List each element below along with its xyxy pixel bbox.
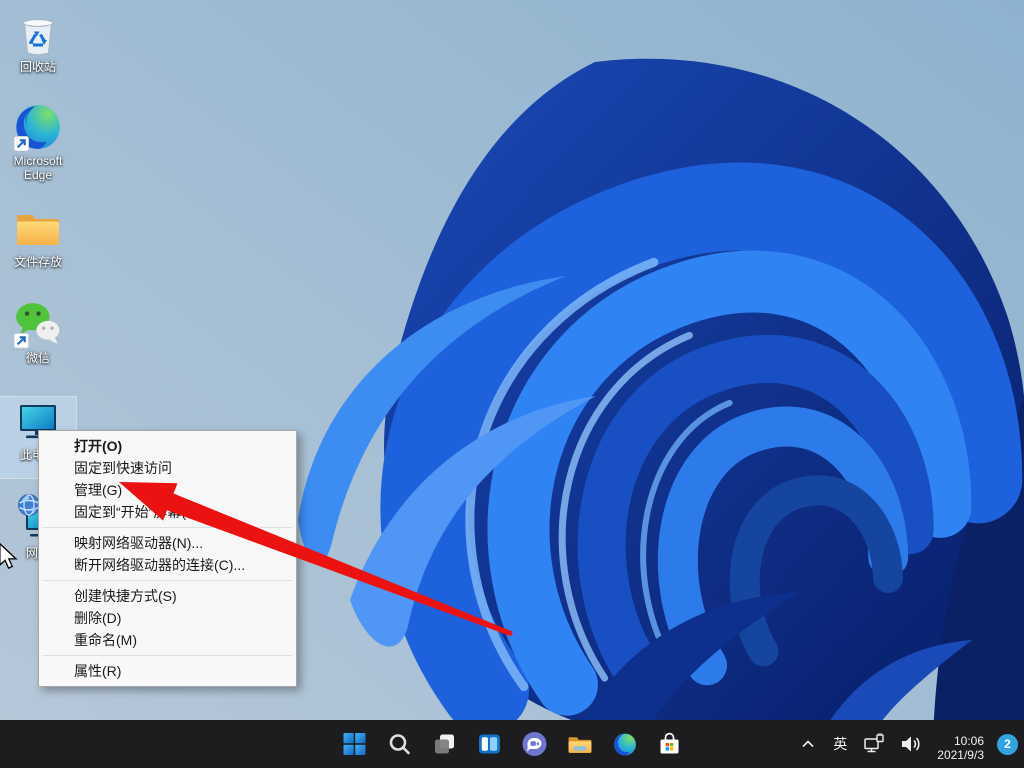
- icon-label: 文件存放: [0, 255, 76, 269]
- task-view-button[interactable]: [425, 724, 465, 764]
- menu-item-pin-quick-access[interactable]: 固定到快速访问: [41, 457, 294, 479]
- menu-item-open[interactable]: 打开(O): [41, 435, 294, 457]
- desktop-icon-folder[interactable]: 文件存放: [0, 205, 76, 269]
- menu-item-create-shortcut[interactable]: 创建快捷方式(S): [41, 585, 294, 607]
- notification-badge[interactable]: 2: [997, 734, 1018, 755]
- taskbar: 英 10:06 2021/9: [0, 720, 1024, 768]
- desktop-icon-wechat[interactable]: 微信: [0, 299, 76, 365]
- teams-chat-icon: [522, 731, 548, 757]
- clock-time: 10:06: [937, 734, 984, 748]
- store-button[interactable]: [650, 724, 690, 764]
- search-button[interactable]: [380, 724, 420, 764]
- clock[interactable]: 10:06 2021/9/3: [933, 724, 988, 764]
- taskbar-tray: 英 10:06 2021/9: [795, 720, 1018, 768]
- chevron-up-icon: [798, 734, 818, 754]
- context-menu: 打开(O) 固定到快速访问 管理(G) 固定到“开始”屏幕(P) 映射网络驱动器…: [38, 430, 297, 687]
- menu-item-rename[interactable]: 重命名(M): [41, 629, 294, 651]
- folder-icon: [14, 205, 62, 253]
- menu-separator: [43, 655, 292, 656]
- menu-separator: [43, 580, 292, 581]
- start-button[interactable]: [335, 724, 375, 764]
- edge-icon: [612, 732, 637, 757]
- menu-item-delete[interactable]: 删除(D): [41, 607, 294, 629]
- edge-icon: [13, 102, 63, 152]
- desktop-icon-edge[interactable]: Microsoft Edge: [0, 102, 76, 182]
- clock-date: 2021/9/3: [937, 748, 984, 762]
- network-tray-button[interactable]: [859, 724, 889, 764]
- menu-separator: [43, 527, 292, 528]
- recycle-bin-icon: [14, 10, 62, 58]
- chat-button[interactable]: [515, 724, 555, 764]
- file-explorer-button[interactable]: [560, 724, 600, 764]
- icon-label: 回收站: [0, 60, 76, 74]
- menu-item-disconnect-network-drive[interactable]: 断开网络驱动器的连接(C)...: [41, 554, 294, 576]
- desktop-icon-recycle-bin[interactable]: 回收站: [0, 10, 76, 74]
- file-explorer-icon: [567, 732, 592, 757]
- menu-item-manage[interactable]: 管理(G): [41, 479, 294, 501]
- task-view-icon: [433, 732, 457, 756]
- icon-label: 微信: [0, 351, 76, 365]
- menu-item-properties[interactable]: 属性(R): [41, 660, 294, 682]
- windows-start-icon: [343, 732, 367, 756]
- ethernet-network-icon: [862, 732, 886, 756]
- ime-indicator[interactable]: 英: [828, 724, 852, 764]
- desktop: 回收站 Microsoft Edge 文件存放: [0, 0, 1024, 768]
- menu-item-map-network-drive[interactable]: 映射网络驱动器(N)...: [41, 532, 294, 554]
- search-icon: [388, 732, 412, 756]
- wechat-icon: [13, 299, 63, 349]
- speaker-icon: [899, 732, 923, 756]
- icon-label: Microsoft Edge: [0, 154, 76, 182]
- show-hidden-icons-button[interactable]: [795, 724, 821, 764]
- menu-item-pin-to-start[interactable]: 固定到“开始”屏幕(P): [41, 501, 294, 523]
- microsoft-store-icon: [658, 732, 682, 756]
- edge-taskbar-button[interactable]: [605, 724, 645, 764]
- volume-button[interactable]: [896, 724, 926, 764]
- mouse-cursor: [0, 543, 22, 569]
- widgets-button[interactable]: [470, 724, 510, 764]
- taskbar-center: [335, 720, 690, 768]
- widgets-icon: [478, 732, 502, 756]
